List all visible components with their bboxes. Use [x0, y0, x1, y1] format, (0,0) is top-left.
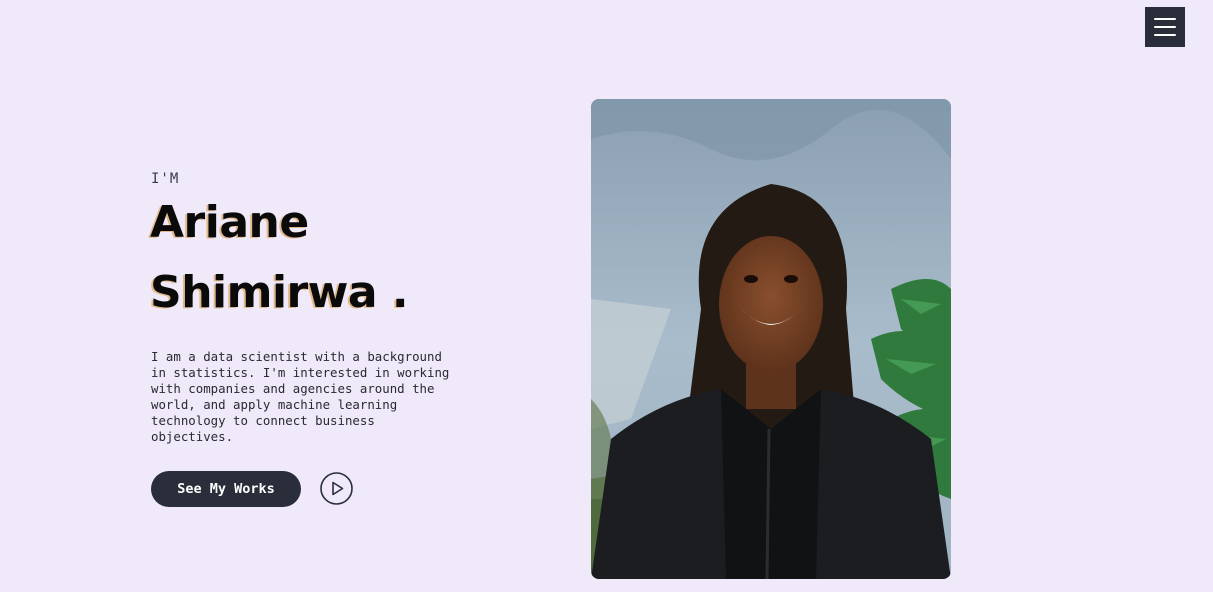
menu-bar: [1154, 26, 1176, 28]
play-circle-icon[interactable]: [320, 472, 353, 505]
hero-description: I am a data scientist with a background …: [151, 349, 450, 444]
first-name: Ariane: [150, 197, 309, 248]
menu-bar: [1154, 34, 1176, 36]
see-my-works-button[interactable]: See My Works: [151, 471, 301, 507]
menu-bar: [1154, 18, 1176, 20]
last-name: Shimirwa: [150, 267, 378, 318]
last-name-line: Shimirwa .: [150, 258, 409, 328]
hamburger-menu-icon[interactable]: [1145, 7, 1185, 47]
portrait-photo: [591, 99, 951, 579]
name-dot: .: [391, 267, 409, 318]
intro-label: I'M: [151, 171, 180, 187]
hero-name: Ariane Shimirwa .: [150, 188, 409, 328]
